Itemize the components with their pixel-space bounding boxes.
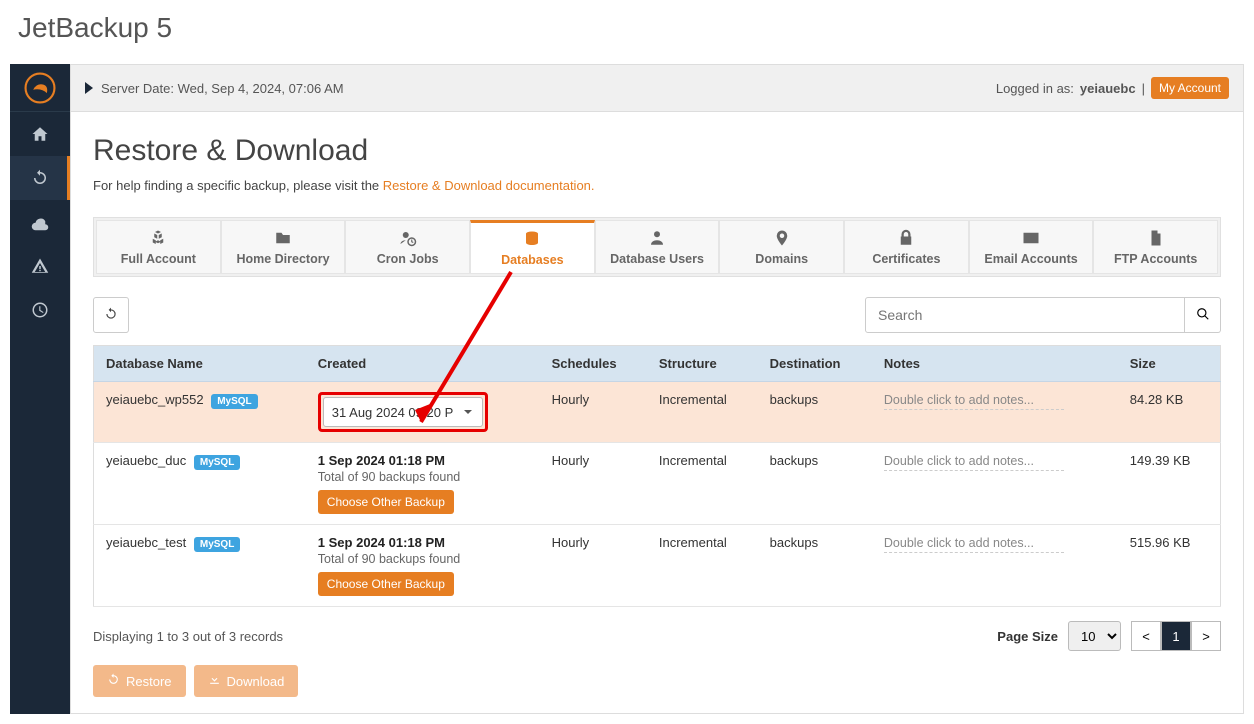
restore-button[interactable]: Restore (93, 665, 186, 697)
pager-prev-button[interactable]: < (1131, 621, 1161, 651)
choose-other-backup-button[interactable]: Choose Other Backup (318, 490, 454, 514)
refresh-icon (104, 307, 118, 324)
server-date: Server Date: Wed, Sep 4, 2024, 07:06 AM (101, 81, 344, 96)
search-button[interactable] (1185, 297, 1221, 333)
choose-other-backup-button[interactable]: Choose Other Backup (318, 572, 454, 596)
mysql-badge: MySQL (194, 537, 240, 552)
lock-icon (897, 229, 915, 250)
created-select[interactable]: 31 Aug 2024 09:20 PM (323, 397, 483, 427)
envelope-icon (1022, 229, 1040, 250)
col-schedules[interactable]: Schedules (540, 346, 647, 382)
col-structure[interactable]: Structure (647, 346, 758, 382)
app-logo (10, 64, 70, 112)
table-row[interactable]: yeiauebc_duc MySQL 1 Sep 2024 01:18 PM T… (94, 443, 1221, 525)
notes-field[interactable]: Double click to add notes... (884, 393, 1064, 410)
col-notes[interactable]: Notes (872, 346, 1118, 382)
col-size[interactable]: Size (1118, 346, 1221, 382)
sidebar (10, 64, 70, 714)
breadcrumb-arrow-icon (85, 82, 93, 94)
file-icon (1147, 229, 1165, 250)
mysql-badge: MySQL (194, 455, 240, 470)
pager-page-button[interactable]: 1 (1161, 621, 1191, 651)
cubes-icon (149, 229, 167, 250)
tab-domains[interactable]: Domains (719, 220, 844, 274)
tab-email-accounts[interactable]: Email Accounts (969, 220, 1094, 274)
refresh-button[interactable] (93, 297, 129, 333)
database-icon (523, 230, 541, 251)
backups-table: Database Name Created Schedules Structur… (93, 345, 1221, 607)
sidebar-item-alerts[interactable] (10, 244, 70, 288)
help-text: For help finding a specific backup, plea… (93, 178, 1221, 193)
sidebar-item-restore[interactable] (10, 156, 70, 200)
page-size-label: Page Size (997, 629, 1058, 644)
logged-in-label: Logged in as: (996, 81, 1074, 96)
col-created[interactable]: Created (306, 346, 540, 382)
tab-ftp-accounts[interactable]: FTP Accounts (1093, 220, 1218, 274)
topbar: Server Date: Wed, Sep 4, 2024, 07:06 AM … (70, 64, 1244, 112)
logged-in-user: yeiauebc (1080, 81, 1136, 96)
app-title: JetBackup 5 (0, 0, 1254, 64)
sidebar-item-home[interactable] (10, 112, 70, 156)
display-count: Displaying 1 to 3 out of 3 records (93, 629, 283, 644)
notes-field[interactable]: Double click to add notes... (884, 536, 1064, 553)
col-destination[interactable]: Destination (758, 346, 872, 382)
search-icon (1196, 307, 1210, 324)
tabs: Full Account Home Directory Cron Jobs Da… (93, 217, 1221, 277)
table-row[interactable]: yeiauebc_wp552 MySQL 31 Aug 2024 09:20 P… (94, 382, 1221, 443)
my-account-button[interactable]: My Account (1151, 77, 1229, 99)
pager-next-button[interactable]: > (1191, 621, 1221, 651)
search-input[interactable] (865, 297, 1185, 333)
tab-cron-jobs[interactable]: Cron Jobs (345, 220, 470, 274)
page-title: Restore & Download (93, 134, 1221, 168)
download-icon (208, 673, 221, 689)
tab-home-directory[interactable]: Home Directory (221, 220, 346, 274)
folder-icon (274, 229, 292, 250)
tab-certificates[interactable]: Certificates (844, 220, 969, 274)
map-pin-icon (773, 229, 791, 250)
annotation-highlight-box: 31 Aug 2024 09:20 PM (318, 392, 488, 432)
download-button[interactable]: Download (194, 665, 299, 697)
restore-icon (107, 673, 120, 689)
col-database-name[interactable]: Database Name (94, 346, 306, 382)
sidebar-item-download[interactable] (10, 200, 70, 244)
user-clock-icon (399, 229, 417, 250)
page-size-select[interactable]: 10 (1068, 621, 1121, 651)
tab-database-users[interactable]: Database Users (595, 220, 720, 274)
table-row[interactable]: yeiauebc_test MySQL 1 Sep 2024 01:18 PM … (94, 525, 1221, 607)
tab-databases[interactable]: Databases (470, 220, 595, 274)
help-link[interactable]: Restore & Download documentation. (383, 178, 595, 193)
notes-field[interactable]: Double click to add notes... (884, 454, 1064, 471)
users-icon (648, 229, 666, 250)
tab-full-account[interactable]: Full Account (96, 220, 221, 274)
mysql-badge: MySQL (211, 394, 257, 409)
sidebar-item-history[interactable] (10, 288, 70, 332)
